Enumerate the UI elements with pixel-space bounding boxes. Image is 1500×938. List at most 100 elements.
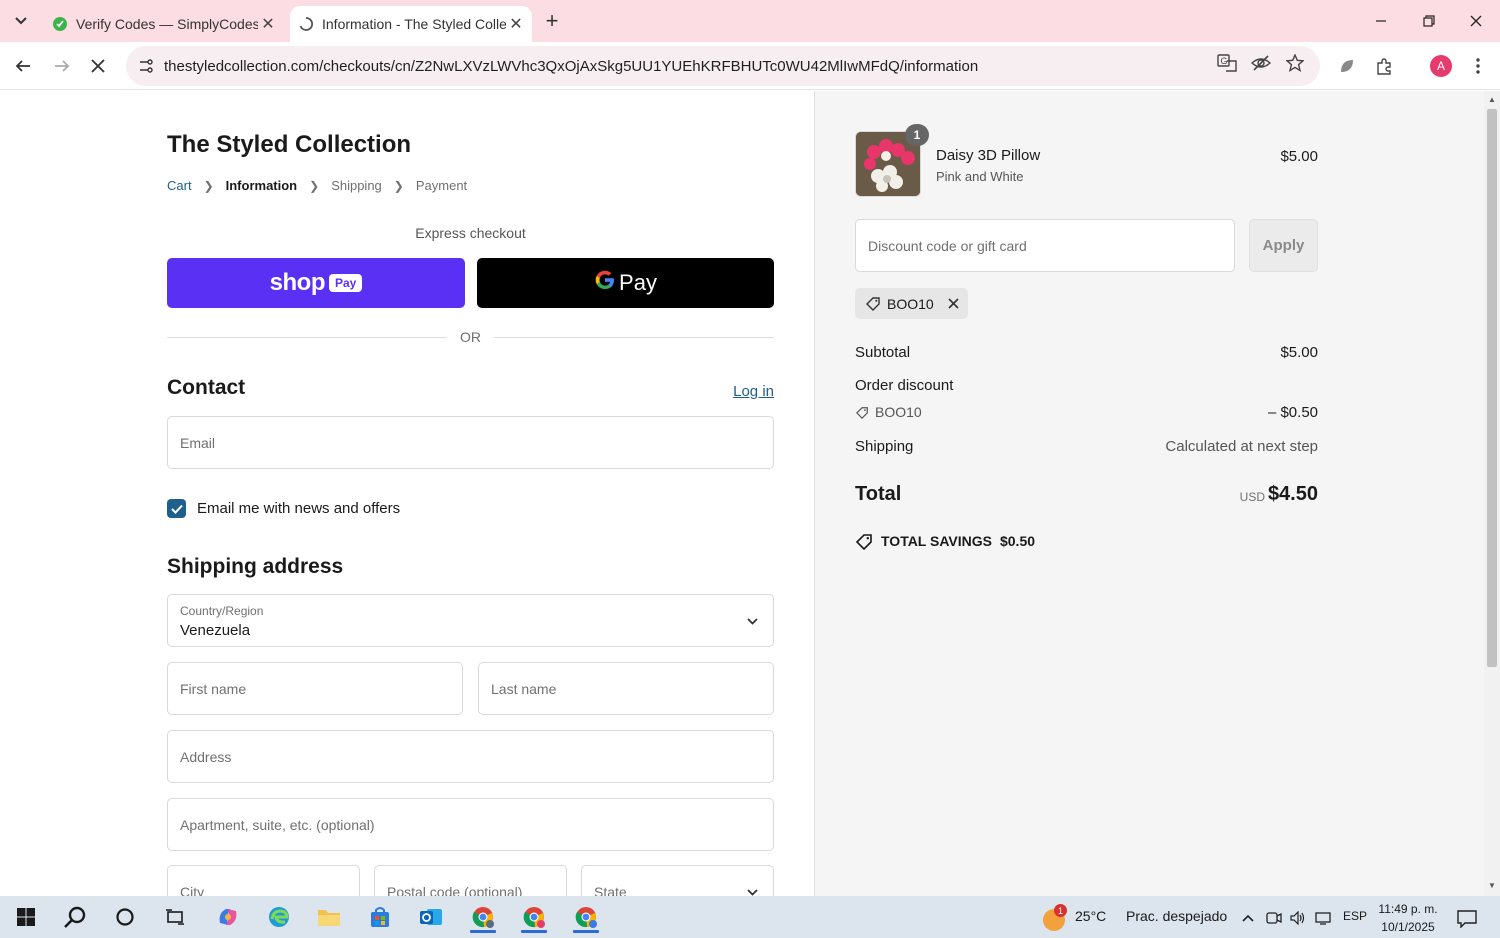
subtotal-label: Subtotal (855, 344, 911, 361)
extensions-puzzle-icon[interactable] (1373, 54, 1397, 78)
weather-text[interactable]: Prac. despejado (1126, 908, 1227, 924)
chevron-right-icon: ❯ (203, 178, 214, 193)
tab-simplycodes[interactable]: Verify Codes — SimplyCodes ✕ (44, 6, 284, 42)
apply-discount-button[interactable]: Apply (1249, 219, 1318, 272)
address-bar[interactable]: thestyledcollection.com/checkouts/cn/Z2N… (126, 46, 1320, 86)
google-pay-button[interactable]: Pay (477, 258, 774, 308)
order-discount-code: BOO10 (855, 404, 922, 420)
contact-heading: Contact (167, 376, 246, 399)
star-bookmark-icon[interactable] (1284, 52, 1306, 74)
extension-leaf-icon[interactable] (1335, 54, 1359, 78)
apartment-field[interactable]: Apartment, suite, etc. (optional) (167, 798, 774, 851)
country-value: Venezuela (180, 622, 251, 639)
total-value: $4.50 (1267, 483, 1318, 505)
newsletter-label: Email me with news and offers (197, 500, 401, 517)
page-scrollbar[interactable]: ▲ ▼ (1484, 91, 1500, 896)
email-field[interactable]: Email (167, 416, 774, 469)
tab-strip: Verify Codes — SimplyCodes ✕ Information… (0, 0, 1500, 42)
cortana-icon[interactable] (108, 901, 142, 933)
search-icon[interactable] (58, 901, 92, 933)
network-icon[interactable] (1313, 908, 1333, 928)
profile-avatar[interactable]: A (1430, 55, 1452, 77)
remove-code-icon[interactable] (946, 296, 962, 312)
shop-pay-logo: shop (269, 269, 326, 296)
close-icon[interactable]: ✕ (506, 14, 526, 34)
copilot-icon[interactable] (211, 901, 245, 933)
close-icon (91, 59, 105, 73)
newsletter-option[interactable]: Email me with news and offers (167, 499, 400, 518)
minimize-button[interactable] (1366, 8, 1396, 34)
outlook-icon[interactable] (414, 901, 448, 933)
postal-code-field[interactable]: Postal code (optional) (374, 865, 567, 896)
task-view-icon[interactable] (158, 901, 192, 933)
breadcrumb-payment: Payment (415, 178, 468, 193)
tab-information[interactable]: Information - The Styled Collection ✕ (290, 6, 532, 42)
discount-code-placeholder: Discount code or gift card (868, 238, 1027, 254)
clock-time: 11:49 p. m. (1378, 902, 1438, 916)
stop-loading-button[interactable] (84, 52, 112, 80)
simplycodes-leaf-icon (52, 16, 68, 32)
arrow-right-icon (55, 60, 70, 72)
chrome-profile-2-icon[interactable] (517, 901, 551, 933)
file-explorer-icon[interactable] (312, 901, 346, 933)
chrome-profile-1-icon[interactable] (466, 901, 500, 933)
weather-badge: 1 (1054, 904, 1067, 917)
store-name[interactable]: The Styled Collection (167, 131, 411, 159)
windows-start-icon[interactable] (9, 901, 43, 933)
close-icon[interactable]: ✕ (258, 14, 278, 34)
forward-button[interactable] (48, 52, 76, 80)
scroll-up-icon[interactable]: ▲ (1487, 95, 1497, 105)
chevron-up-icon[interactable] (1238, 908, 1258, 928)
volume-icon[interactable] (1288, 908, 1308, 928)
discount-code-field[interactable]: Discount code or gift card (855, 219, 1235, 272)
newsletter-checkbox[interactable] (167, 499, 186, 518)
back-button[interactable] (9, 52, 37, 80)
eye-off-icon[interactable] (1250, 52, 1272, 74)
chevron-down-icon (745, 614, 759, 628)
site-info-icon[interactable] (136, 56, 156, 76)
checkout-main: The Styled Collection Cart ❯ Information… (0, 91, 814, 896)
language-indicator[interactable]: ESP (1343, 909, 1367, 923)
new-tab-button[interactable]: + (540, 10, 564, 34)
url-text: thestyledcollection.com/checkouts/cn/Z2N… (164, 57, 979, 75)
loading-spinner-icon (298, 16, 314, 32)
meet-now-icon[interactable] (1264, 908, 1284, 928)
tag-icon (855, 532, 873, 550)
close-window-button[interactable] (1461, 8, 1491, 34)
last-name-field[interactable]: Last name (478, 662, 774, 715)
temperature-text[interactable]: 25°C (1075, 908, 1106, 924)
google-pay-label: Pay (619, 270, 657, 295)
country-select[interactable]: Country/Region Venezuela (167, 594, 774, 647)
city-field[interactable]: City (167, 865, 360, 896)
country-label: Country/Region (180, 604, 264, 618)
address-field[interactable]: Address (167, 730, 774, 783)
chevron-right-icon: ❯ (309, 178, 320, 193)
or-divider: OR (167, 327, 774, 347)
first-name-placeholder: First name (180, 681, 247, 697)
tab-search-button[interactable] (8, 9, 34, 33)
breadcrumb-shipping: Shipping (331, 178, 382, 193)
applied-code-chip: BOO10 (855, 288, 968, 319)
scroll-down-icon[interactable]: ▼ (1487, 881, 1497, 891)
clock[interactable]: 11:49 p. m. 10/1/2025 (1372, 900, 1444, 936)
state-select[interactable]: State (581, 865, 774, 896)
first-name-field[interactable]: First name (167, 662, 463, 715)
scrollbar-thumb[interactable] (1487, 109, 1497, 667)
state-placeholder: State (594, 884, 627, 896)
order-summary: 1 Daisy 3D Pillow Pink and White $5.00 D… (814, 91, 1484, 896)
total-label: Total (855, 483, 902, 505)
breadcrumb-cart[interactable]: Cart (167, 178, 192, 193)
microsoft-store-icon[interactable] (363, 901, 397, 933)
translate-icon[interactable]: G (1216, 52, 1238, 74)
shop-pay-button[interactable]: shop Pay (167, 258, 465, 308)
apartment-placeholder: Apartment, suite, etc. (optional) (180, 817, 375, 833)
notifications-icon[interactable] (1456, 908, 1478, 930)
chrome-profile-3-icon[interactable] (569, 901, 603, 933)
restore-button[interactable] (1414, 8, 1444, 34)
edge-browser-icon[interactable] (262, 901, 296, 933)
chevron-down-icon (15, 17, 27, 25)
more-menu-icon[interactable] (1466, 54, 1490, 78)
order-discount-value: – $0.50 (1267, 404, 1318, 421)
login-link[interactable]: Log in (700, 383, 774, 400)
or-text: OR (460, 329, 481, 345)
